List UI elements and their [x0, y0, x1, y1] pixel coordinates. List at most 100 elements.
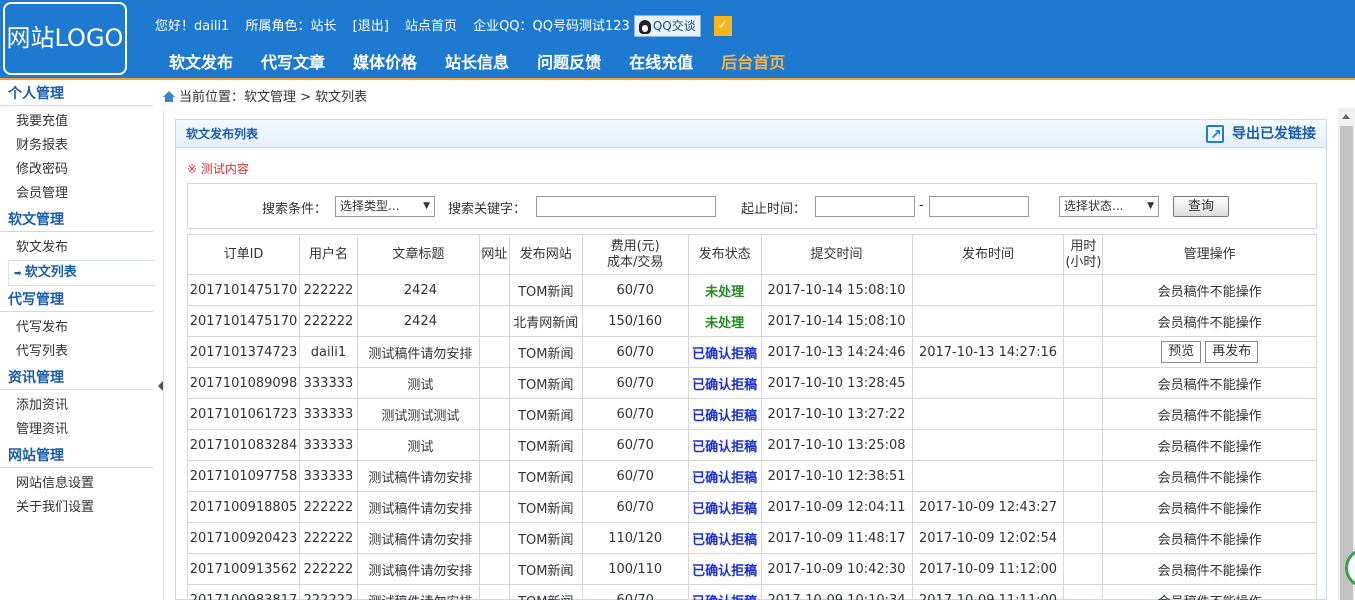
- page-scrollbar[interactable]: [1338, 108, 1355, 600]
- check-icon[interactable]: ✓: [713, 16, 732, 36]
- panel-header: 软文发布列表 导出已发链接: [176, 120, 1326, 149]
- sidebar-item-label: 修改密码: [16, 162, 69, 177]
- sidebar-item-label: 我要充值: [16, 114, 69, 129]
- cell-op: 会员稿件不能操作: [1102, 553, 1317, 585]
- end-date-input[interactable]: [929, 196, 1029, 217]
- scroll-up-icon[interactable]: [1342, 114, 1350, 119]
- table-body: 2017101475170 222222 2424 TOM新闻 60/70 未处理 2017…: [187, 274, 1317, 600]
- cell-title: 测试: [356, 429, 480, 461]
- home-icon[interactable]: [163, 91, 175, 102]
- keyword-input[interactable]: [536, 196, 716, 217]
- sidebar-item[interactable]: 修改密码: [0, 158, 155, 182]
- sidebar-group: 代写发布 代写列表: [0, 312, 155, 366]
- date-range-label: 起止时间：: [741, 202, 807, 217]
- sidebar-item[interactable]: 关于我们设置: [0, 496, 155, 520]
- column-header: 发布时间: [911, 234, 1065, 275]
- query-button[interactable]: 查询: [1173, 196, 1230, 217]
- cell-id: 2017101061723: [187, 398, 300, 430]
- cell-op: 会员稿件不能操作: [1102, 274, 1317, 306]
- cell-url: [478, 460, 510, 492]
- nav-item-3[interactable]: 站长信息: [445, 50, 509, 76]
- nav-item-2[interactable]: 媒体价格: [353, 50, 417, 76]
- status-select[interactable]: 选择状态...: [1059, 196, 1159, 217]
- cell-title: 测试稿件请勿安排: [356, 460, 480, 492]
- cell-id: 2017101475170: [187, 274, 300, 306]
- sidebar-item-label: 管理资讯: [16, 422, 69, 437]
- main-nav: 软文发布 代写文章 媒体价格 站长信息 问题反馈 在线充值 后台首页: [155, 50, 799, 76]
- cell-publish: [911, 274, 1065, 306]
- sidebar-item[interactable]: 添加资讯: [0, 394, 155, 418]
- sidebar-item[interactable]: ➡ 软文列表: [8, 260, 155, 286]
- date-separator: -: [919, 198, 924, 213]
- nav-item-4[interactable]: 问题反馈: [537, 50, 601, 76]
- table-row: 2017101097758 333333 测试稿件请勿安排 TOM新闻 60/70 已确认…: [187, 460, 1317, 492]
- preview-button[interactable]: 预览: [1161, 341, 1202, 363]
- sidebar-item[interactable]: 代写发布: [0, 316, 155, 340]
- cell-url: [478, 522, 510, 554]
- table-row: 2017100918805 222222 测试稿件请勿安排 TOM新闻 60/70 已确认…: [187, 491, 1317, 523]
- cell-title: 测试测试测试: [356, 398, 480, 430]
- table-row: 2017100913562 222222 测试稿件请勿安排 TOM新闻 100/110 已…: [187, 553, 1317, 585]
- sidebar-item[interactable]: 管理资讯: [0, 418, 155, 442]
- cell-site: TOM新闻: [508, 522, 583, 554]
- column-header: 用户名: [298, 234, 358, 275]
- sidebar-item[interactable]: 网站信息设置: [0, 472, 155, 496]
- sidebar-group-title[interactable]: 网站管理: [0, 444, 153, 468]
- republish-button[interactable]: 再发布: [1205, 341, 1259, 363]
- cell-status: 已确认拒稿: [687, 522, 762, 554]
- nav-item-1[interactable]: 代写文章: [261, 50, 325, 76]
- cell-fee: 60/70: [581, 460, 689, 492]
- export-label: 导出已发链接: [1232, 126, 1316, 142]
- cell-id: 2017100918805: [187, 491, 300, 523]
- cell-status: 已确认拒稿: [687, 460, 762, 492]
- cell-hours: [1063, 398, 1104, 430]
- keyword-label: 搜索关键字：: [448, 202, 527, 217]
- export-links-button[interactable]: 导出已发链接: [1206, 120, 1316, 149]
- sidebar-group-title[interactable]: 代写管理: [0, 288, 153, 312]
- sidebar-group-title[interactable]: 个人管理: [0, 82, 153, 106]
- cell-submit: 2017-10-14 15:08:10: [760, 274, 913, 306]
- cell-publish: [911, 429, 1065, 461]
- sidebar-item[interactable]: 会员管理: [0, 182, 155, 206]
- cell-title: 2424: [356, 274, 480, 306]
- sidebar-item[interactable]: 软文发布: [0, 236, 155, 260]
- cell-status: 已确认拒稿: [687, 398, 762, 430]
- cell-status: 已确认拒稿: [687, 584, 762, 600]
- cell-title: 测试: [356, 367, 480, 399]
- start-date-input[interactable]: [815, 196, 915, 217]
- cell-publish: [911, 398, 1065, 430]
- cell-publish: [911, 305, 1065, 337]
- sidebar-item-label: 代写发布: [16, 320, 69, 335]
- qq-chat-button[interactable]: QQ交谈: [633, 15, 701, 37]
- cell-publish: 2017-10-13 14:27:16: [911, 336, 1065, 368]
- article-table: 订单ID 用户名 文章标题 网址 发布网站 费用(元) 成本/交易 发布状态 提交时间 发布时间…: [187, 234, 1317, 600]
- breadcrumb: 当前位置：软文管理 > 软文列表: [163, 88, 367, 108]
- column-header: 用时 (小时): [1063, 234, 1104, 275]
- site-home-link[interactable]: 站点首页: [405, 19, 457, 34]
- nav-item-5[interactable]: 在线充值: [629, 50, 693, 76]
- sidebar-item[interactable]: 代写列表: [0, 340, 155, 364]
- cell-status: 未处理: [687, 274, 762, 306]
- nav-item-6[interactable]: 后台首页: [721, 50, 785, 76]
- column-header: 订单ID: [187, 234, 300, 275]
- cell-status: 已确认拒稿: [687, 336, 762, 368]
- scrollbar-thumb[interactable]: [1340, 126, 1353, 600]
- cell-fee: 150/160: [581, 305, 689, 337]
- sidebar-group-title[interactable]: 软文管理: [0, 208, 153, 232]
- column-header: 发布状态: [687, 234, 762, 275]
- type-select[interactable]: 选择类型...: [335, 196, 435, 217]
- panel-title: 软文发布列表: [186, 127, 259, 141]
- sidebar-item-label: 代写列表: [16, 344, 69, 359]
- top-info-bar: 您好！daili1 所属角色：站长 [退出] 站点首页 企业QQ：QQ号码测试1…: [155, 15, 744, 37]
- nav-item-0[interactable]: 软文发布: [169, 50, 233, 76]
- cell-url: [478, 305, 510, 337]
- logout-link[interactable]: [退出]: [353, 19, 389, 34]
- cell-site: TOM新闻: [508, 274, 583, 306]
- sidebar-item[interactable]: 我要充值: [0, 110, 155, 134]
- sidebar-group-title[interactable]: 资讯管理: [0, 366, 153, 390]
- column-header: 网址: [478, 234, 510, 275]
- sidebar-group: 添加资讯管理资讯: [0, 390, 155, 444]
- sidebar-item[interactable]: 财务报表: [0, 134, 155, 158]
- site-logo[interactable]: 网站LOGO: [3, 2, 127, 75]
- column-header: 发布网站: [508, 234, 583, 275]
